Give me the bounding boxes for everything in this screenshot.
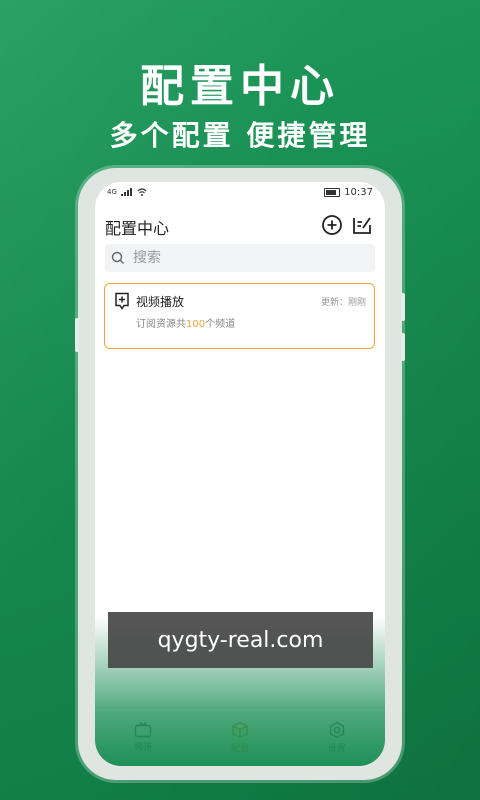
desc-suffix: 个频道 [205, 319, 236, 330]
network-type: 4G [107, 188, 117, 196]
config-description: 订阅资源共100个频道 [136, 315, 235, 330]
nav-item-settings[interactable]: 设置 [307, 721, 367, 754]
watermark-banner: qygty-real.com [108, 612, 373, 668]
status-bar: 4G 10:37 [95, 182, 385, 204]
add-box-icon [115, 292, 129, 310]
side-button-bottom [401, 333, 405, 361]
edit-note-icon [353, 217, 371, 234]
search-bar[interactable] [105, 244, 375, 272]
cube-icon [232, 721, 248, 738]
updated-label: 更新： [320, 298, 348, 308]
nav-label-config: 配置 [230, 743, 249, 754]
nav-label-settings: 设置 [327, 743, 346, 754]
volume-button [75, 318, 79, 352]
config-updated: 更新：刚刚 [321, 295, 366, 308]
nav-item-config[interactable]: 配置 [210, 721, 270, 754]
add-circle-icon [322, 215, 342, 235]
updated-value: 刚刚 [347, 298, 366, 308]
status-time: 10:37 [344, 187, 373, 198]
promo-title: 配置中心 [140, 61, 340, 112]
signal-icon [120, 188, 132, 196]
add-config-button[interactable] [319, 212, 345, 238]
tv-icon [135, 721, 152, 737]
nav-label-channels: 频道 [134, 742, 153, 753]
gear-icon [329, 721, 344, 738]
edit-config-button[interactable] [349, 212, 375, 238]
page-title: 配置中心 [105, 219, 170, 238]
bottom-nav: 频道 配置 设置 [95, 707, 385, 766]
search-icon [111, 251, 124, 264]
promo-subtitle: 多个配置 便捷管理 [109, 119, 371, 152]
config-card[interactable]: 视频播放 更新：刚刚 订阅资源共100个频道 [104, 283, 375, 349]
nav-item-channels[interactable]: 频道 [113, 721, 173, 753]
app-header: 配置中心 [105, 212, 375, 240]
battery-icon [324, 188, 341, 197]
channel-count: 100 [186, 319, 206, 330]
desc-prefix: 订阅资源共 [136, 319, 186, 330]
side-button-top [401, 293, 405, 321]
wifi-icon [137, 188, 147, 196]
phone-frame: 4G 10:37 配置中心 搜索 视频播放 更新：刚刚 订阅资源共100个频道 … [75, 168, 405, 780]
search-input[interactable] [131, 249, 355, 267]
config-title: 视频播放 [136, 295, 185, 309]
phone-screen: 4G 10:37 配置中心 搜索 视频播放 更新：刚刚 订阅资源共100个频道 … [95, 182, 385, 766]
